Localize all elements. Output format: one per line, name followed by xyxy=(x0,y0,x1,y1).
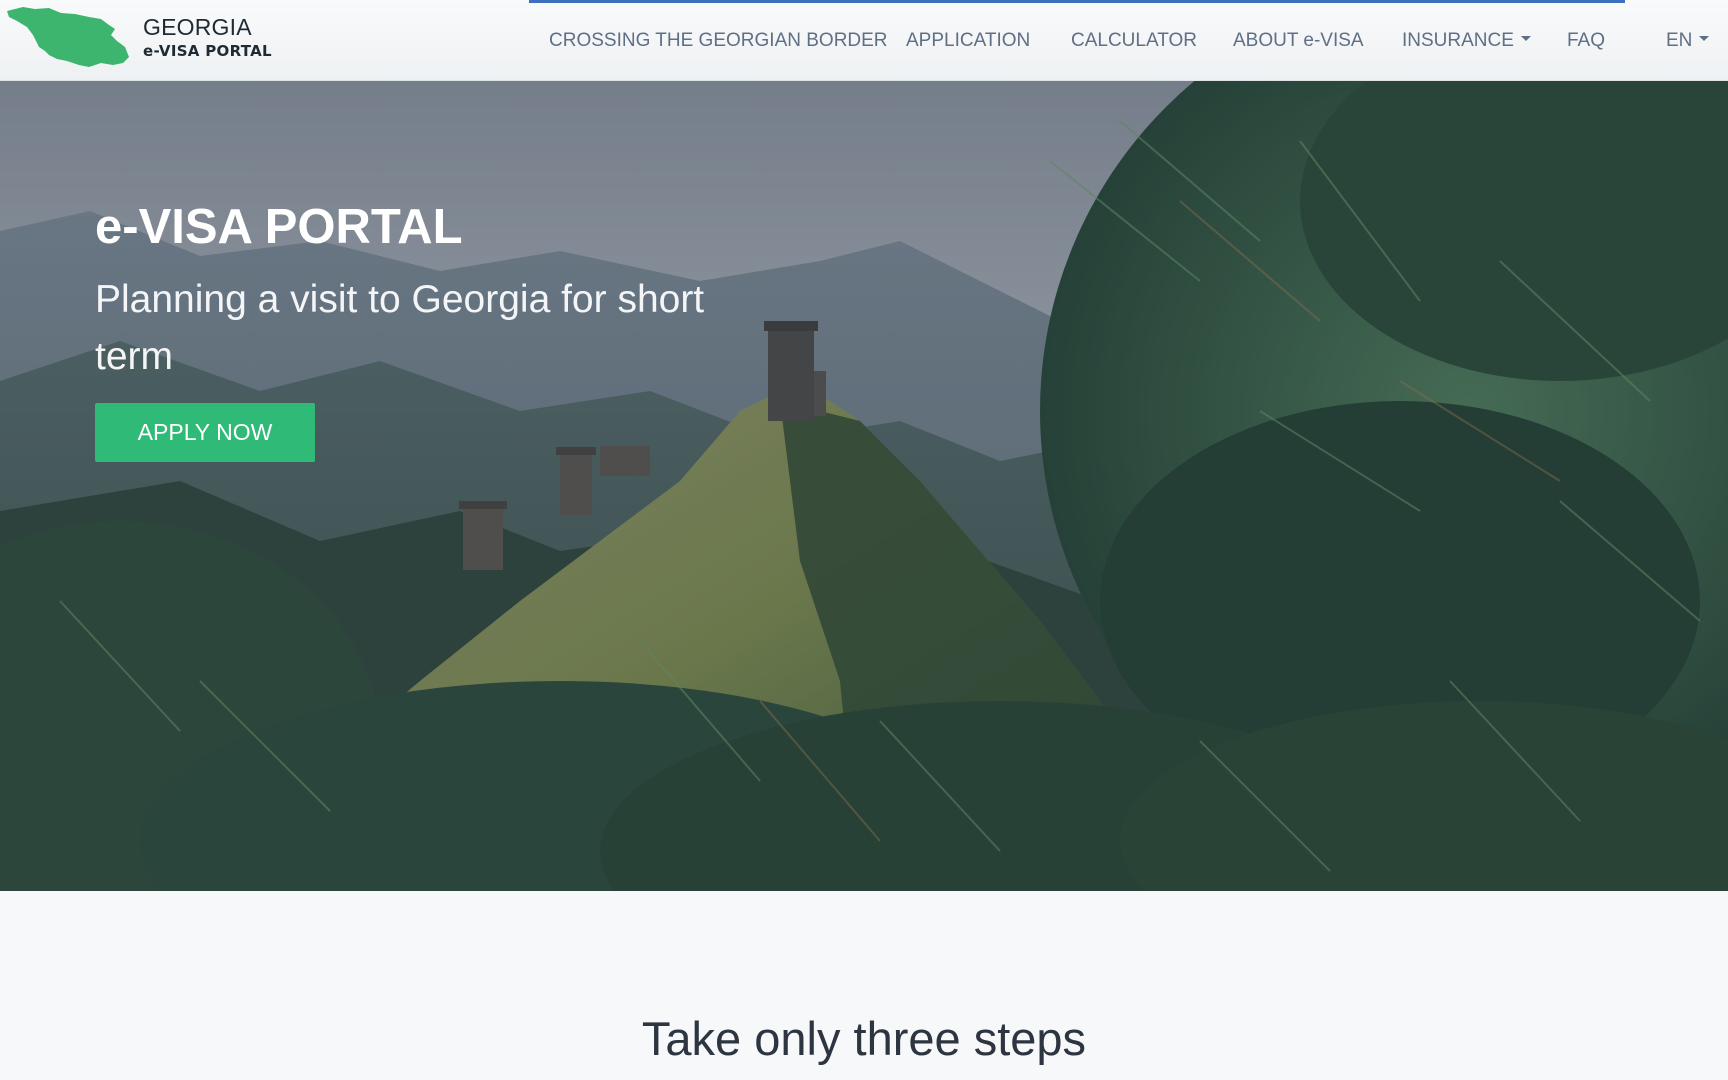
nav-about-evisa[interactable]: ABOUT e-VISA xyxy=(1233,28,1364,54)
nav-insurance-dropdown[interactable]: INSURANCE xyxy=(1402,28,1531,54)
steps-section-title: Take only three steps xyxy=(641,1012,1087,1065)
nav-insurance-label: INSURANCE xyxy=(1402,30,1514,51)
main-nav: CROSSING THE GEORGIAN BORDER APPLICATION… xyxy=(0,28,1728,54)
hero-section: e-VISA PORTAL Planning a visit to Georgi… xyxy=(0,81,1728,891)
nav-crossing-border[interactable]: CROSSING THE GEORGIAN BORDER xyxy=(549,28,888,54)
site-header: GEORGIA e-VISA PORTAL CROSSING THE GEORG… xyxy=(0,0,1728,81)
hero-title: e-VISA PORTAL xyxy=(95,200,463,254)
nav-faq[interactable]: FAQ xyxy=(1567,28,1605,54)
nav-calculator[interactable]: CALCULATOR xyxy=(1071,28,1197,54)
caret-down-icon xyxy=(1520,36,1531,42)
nav-application[interactable]: APPLICATION xyxy=(906,28,1030,54)
language-selector[interactable]: EN xyxy=(1666,28,1710,54)
apply-now-button[interactable]: APPLY NOW xyxy=(95,403,315,462)
nav-accent-bar xyxy=(529,0,1625,3)
language-label: EN xyxy=(1666,30,1693,51)
hero-subtitle: Planning a visit to Georgia for short te… xyxy=(95,278,705,378)
caret-down-icon xyxy=(1699,36,1710,42)
